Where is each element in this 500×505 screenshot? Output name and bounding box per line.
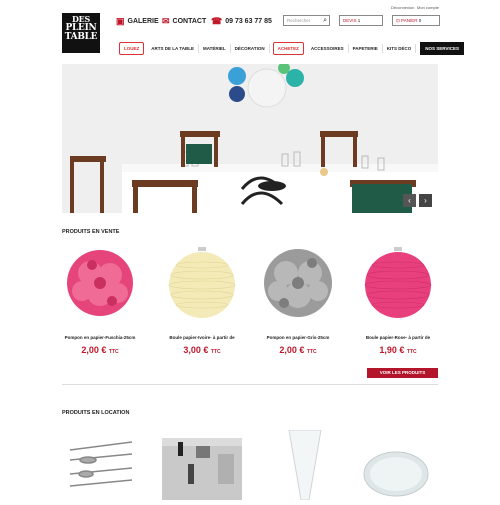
rental-product-card[interactable] [62,430,152,500]
nav-louez[interactable]: LOUEZ [119,41,145,55]
product-price: 2,00 € TTC [250,345,346,355]
cart-icon: ⊡ [396,18,400,23]
price-value: 2,00 € [81,345,107,355]
product-image [162,438,242,500]
galerie-label: GALERIE [127,18,159,25]
product-image [168,247,236,318]
product-image [364,247,432,318]
rental-product-card[interactable] [158,430,246,500]
product-card[interactable]: Boule papier-Rose- à partir de 1,90 € TT… [350,245,446,370]
hero-next-arrow[interactable]: › [419,194,432,207]
nav-papeterie[interactable]: PAPETERIE [349,43,383,53]
product-image [69,441,133,487]
product-card[interactable]: Pompon en papier-Gris-25cm 2,00 € TTC [250,245,346,370]
search-placeholder: Rechercher [287,18,311,23]
hero-image [62,64,438,213]
price-value: 1,90 € [379,345,405,355]
devis-label: DEVIS [343,18,357,23]
product-image [264,249,332,317]
price-value: 3,00 € [183,345,209,355]
nav-achetez[interactable]: ACHETEZ [272,41,304,55]
camera-icon: ▣ [116,16,125,26]
search-icon[interactable]: ⌕ [323,17,327,25]
product-name[interactable]: Boule papier-Ivoire- à partir de [154,335,250,340]
nav-nos-services[interactable]: NOS SERVICES [420,41,464,55]
deconnexion-link[interactable]: Déconnexion [391,5,414,10]
search-input[interactable]: Rechercher ⌕ [283,15,330,26]
mon-compte-link[interactable]: Mon compte [417,5,439,10]
panier-button[interactable]: ⊡ PANIER 0 [392,15,440,26]
price-ttc: TTC [406,349,417,355]
nav-accessoires[interactable]: ACCESSOIRES [307,43,349,53]
devis-button[interactable]: DEVIS 1 [339,15,383,26]
main-nav: LOUEZ ARTS DE LA TABLE MATÉRIEL DÉCORATI… [116,41,464,55]
site-logo[interactable]: DES PLEIN TABLE [62,13,100,53]
price-value: 2,00 € [279,345,305,355]
galerie-link[interactable]: ▣ GALERIE [116,16,159,27]
nav-materiel[interactable]: MATÉRIEL [199,43,231,53]
hero-slider: ‹ › [62,64,438,213]
nav-kits-deco[interactable]: KITS DÉCO [383,43,417,53]
section-title-location: PRODUITS EN LOCATION [62,410,130,416]
product-image [363,451,429,497]
product-card[interactable]: Pompon en papier-Fuschia-25cm 2,00 € TTC [52,245,148,370]
phone-icon: ☎ [211,16,223,26]
price-ttc: TTC [306,349,317,355]
section-divider [62,384,438,385]
contact-link[interactable]: ✉ CONTACT [162,16,206,27]
panier-count: 0 [418,18,422,23]
voir-prefix: VOIR LES [379,370,401,375]
hero-prev-arrow[interactable]: ‹ [403,194,416,207]
panier-label: PANIER [401,18,418,23]
nav-arts-de-la-table[interactable]: ARTS DE LA TABLE [147,43,199,53]
devis-count: 1 [357,18,361,23]
envelope-icon: ✉ [162,16,170,26]
voir-suffix: PRODUITS [402,370,426,375]
voir-produits-button[interactable]: VOIR LES PRODUITS [367,368,438,378]
phone-number: 09 73 63 77 85 [225,18,272,25]
phone-link[interactable]: ☎ 09 73 63 77 85 [211,16,272,27]
section-title-vente: PRODUITS EN VENTE [62,229,120,235]
product-name[interactable]: Pompon en papier-Gris-25cm [250,335,346,340]
rental-product-card[interactable] [285,429,325,501]
nav-decoration[interactable]: DÉCORATION [231,43,270,53]
product-card[interactable]: Boule papier-Ivoire- à partir de 3,00 € … [154,245,250,370]
product-name[interactable]: Boule papier-Rose- à partir de [350,335,446,340]
product-price: 3,00 € TTC [154,345,250,355]
logo-line-3: TABLE [64,32,98,42]
product-price: 2,00 € TTC [52,345,148,355]
contact-label: CONTACT [172,18,207,25]
price-ttc: TTC [210,349,221,355]
rental-product-card[interactable] [352,430,440,500]
product-image [67,250,133,316]
product-image [288,429,322,501]
price-ttc: TTC [108,349,119,355]
product-price: 1,90 € TTC [350,345,446,355]
product-name[interactable]: Pompon en papier-Fuschia-25cm [52,335,148,340]
